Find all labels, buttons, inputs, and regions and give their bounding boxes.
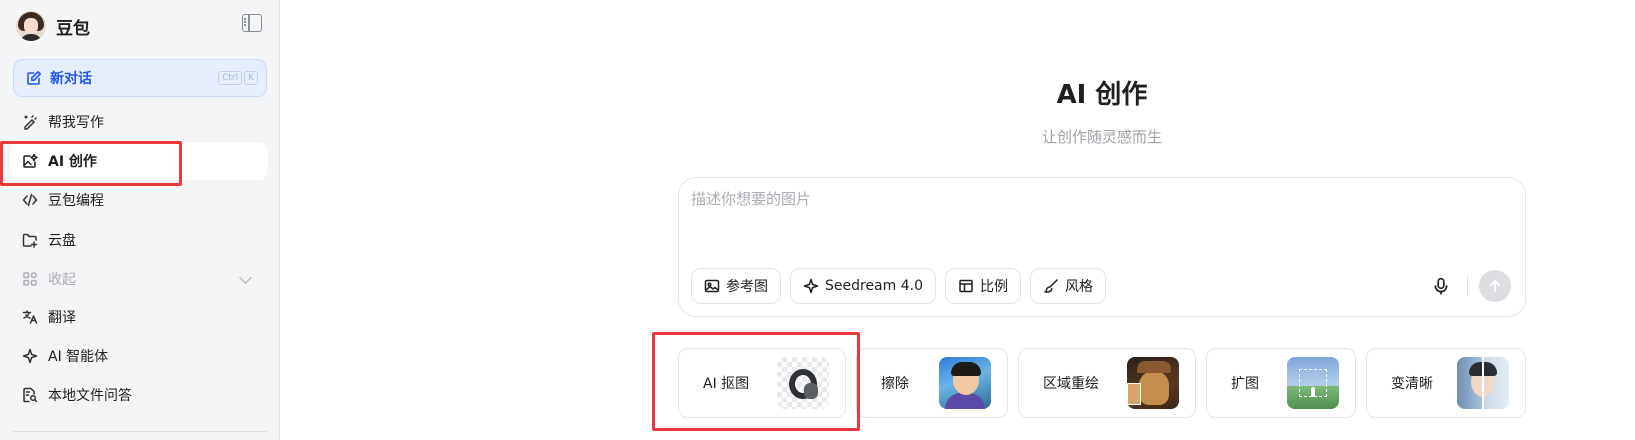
sidebar-item-translate[interactable]: 翻译 bbox=[10, 298, 268, 336]
sidebar-item-label: AI 创作 bbox=[48, 154, 97, 170]
sidebar-item-label: 收起 bbox=[48, 272, 76, 288]
chevron-down-icon bbox=[239, 271, 252, 284]
tool-expand[interactable]: 扩图 bbox=[1206, 348, 1356, 418]
translate-icon bbox=[22, 309, 38, 325]
sidebar-item-label: 本地文件问答 bbox=[48, 388, 132, 404]
tool-thumbnail bbox=[1287, 357, 1339, 409]
tool-cutout[interactable]: AI 抠图 bbox=[678, 348, 846, 418]
sidebar-item-label: 帮我写作 bbox=[48, 115, 104, 131]
pen-sparkle-icon bbox=[22, 114, 38, 130]
tool-label: 扩图 bbox=[1231, 376, 1259, 392]
sidebar-item-label: 豆包编程 bbox=[48, 193, 104, 209]
sidebar: 豆包 新对话 Ctrl K 帮我写作 AI 创作 豆包编程 云盘 收起 翻译 A… bbox=[0, 0, 280, 440]
arrow-up-icon bbox=[1490, 280, 1500, 292]
file-search-icon bbox=[22, 387, 38, 403]
sidebar-item-ai-create[interactable]: AI 创作 bbox=[10, 142, 268, 180]
sidebar-divider bbox=[13, 431, 267, 432]
tool-label: 擦除 bbox=[881, 376, 909, 392]
tool-enhance[interactable]: 变清晰 bbox=[1366, 348, 1526, 418]
image-edit-icon bbox=[22, 153, 38, 169]
aspect-ratio-button[interactable]: 比例 bbox=[945, 268, 1021, 304]
shortcut-key-k: K bbox=[244, 71, 258, 85]
layout-icon bbox=[958, 278, 974, 294]
tool-label: 区域重绘 bbox=[1043, 376, 1099, 392]
chip-label: Seedream 4.0 bbox=[825, 278, 923, 294]
new-chat-label: 新对话 bbox=[50, 71, 92, 87]
app-name: 豆包 bbox=[56, 18, 90, 39]
prompt-composer: 参考图 Seedream 4.0 比例 风格 bbox=[678, 177, 1526, 317]
sidebar-item-label: 翻译 bbox=[48, 310, 76, 326]
prompt-input[interactable] bbox=[691, 190, 1491, 208]
page-title: AI 创作 bbox=[1056, 80, 1148, 110]
composer-options: 参考图 Seedream 4.0 比例 风格 bbox=[691, 268, 1106, 304]
divider bbox=[1467, 276, 1468, 296]
sidebar-item-coding[interactable]: 豆包编程 bbox=[10, 181, 268, 219]
sidebar-item-label: AI 智能体 bbox=[48, 349, 109, 365]
sidebar-item-writing[interactable]: 帮我写作 bbox=[10, 103, 268, 141]
tool-label: 变清晰 bbox=[1391, 376, 1433, 392]
sidebar-item-label: 云盘 bbox=[48, 233, 76, 249]
sparkle-icon bbox=[803, 278, 819, 294]
shortcut-key-ctrl: Ctrl bbox=[218, 71, 243, 85]
model-select-button[interactable]: Seedream 4.0 bbox=[790, 268, 936, 304]
tool-thumbnail bbox=[939, 357, 991, 409]
sidebar-item-collapse[interactable]: 收起 bbox=[10, 260, 268, 298]
apps-grid-icon bbox=[22, 271, 38, 287]
sparkle-icon bbox=[22, 348, 38, 364]
tool-label: AI 抠图 bbox=[703, 376, 750, 392]
tool-thumbnail bbox=[777, 357, 829, 409]
send-button[interactable] bbox=[1479, 270, 1511, 302]
image-icon bbox=[704, 278, 720, 294]
chip-label: 比例 bbox=[980, 279, 1008, 295]
chip-label: 参考图 bbox=[726, 279, 768, 295]
brand[interactable]: 豆包 bbox=[16, 8, 90, 44]
sidebar-item-local-files[interactable]: 本地文件问答 bbox=[10, 376, 268, 414]
avatar bbox=[16, 11, 46, 41]
cloud-folder-icon bbox=[22, 232, 38, 248]
chip-label: 风格 bbox=[1065, 279, 1093, 295]
sidebar-collapse-icon[interactable] bbox=[242, 14, 262, 32]
code-icon bbox=[22, 192, 38, 208]
style-button[interactable]: 风格 bbox=[1030, 268, 1106, 304]
tool-thumbnail bbox=[1127, 357, 1179, 409]
brush-icon bbox=[1043, 278, 1059, 294]
new-chat-button[interactable]: 新对话 Ctrl K bbox=[13, 59, 267, 97]
sidebar-item-cloud-drive[interactable]: 云盘 bbox=[10, 221, 268, 259]
tool-thumbnail bbox=[1457, 357, 1509, 409]
microphone-icon[interactable] bbox=[1429, 274, 1453, 298]
tool-erase[interactable]: 擦除 bbox=[856, 348, 1008, 418]
edit-square-icon bbox=[26, 70, 42, 86]
sidebar-item-ai-agent[interactable]: AI 智能体 bbox=[10, 337, 268, 375]
shortcut-hint: Ctrl K bbox=[218, 71, 258, 85]
reference-image-button[interactable]: 参考图 bbox=[691, 268, 781, 304]
page-subtitle: 让创作随灵感而生 bbox=[1041, 128, 1162, 146]
tool-region-repaint[interactable]: 区域重绘 bbox=[1018, 348, 1196, 418]
